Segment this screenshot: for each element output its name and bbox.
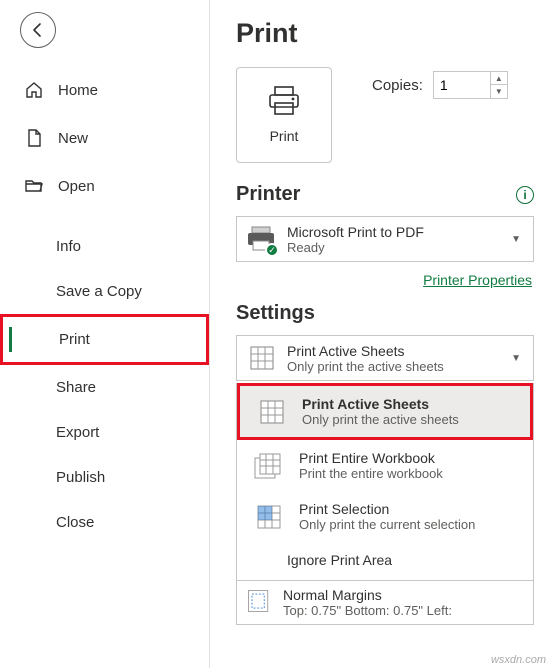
sidebar-item-print[interactable]: Print	[0, 314, 209, 365]
sidebar-item-open[interactable]: Open	[0, 162, 209, 210]
option-sub: Only print the current selection	[299, 517, 475, 532]
copies-label: Copies:	[372, 77, 423, 94]
sidebar-item-export[interactable]: Export	[0, 410, 209, 455]
page-title: Print	[236, 18, 534, 49]
margins-sub: Top: 0.75" Bottom: 0.75" Left:	[283, 603, 525, 618]
margins-dropdown[interactable]: Normal Margins Top: 0.75" Bottom: 0.75" …	[236, 581, 534, 625]
ready-check-icon: ✓	[265, 243, 279, 257]
margins-icon	[245, 587, 273, 618]
document-icon	[24, 128, 44, 148]
copies-up-button[interactable]: ▲	[491, 72, 507, 85]
option-sub: Only print the active sheets	[302, 412, 459, 427]
copies-down-button[interactable]: ▼	[491, 85, 507, 98]
home-icon	[24, 80, 44, 100]
option-print-selection[interactable]: Print Selection Only print the current s…	[237, 491, 533, 542]
sheets-icon	[254, 397, 288, 427]
margins-title: Normal Margins	[283, 587, 525, 603]
option-print-entire-workbook[interactable]: Print Entire Workbook Print the entire w…	[237, 440, 533, 491]
option-print-active-sheets[interactable]: Print Active Sheets Only print the activ…	[240, 386, 530, 437]
sidebar-item-save-copy[interactable]: Save a Copy	[0, 269, 209, 314]
back-button[interactable]	[20, 12, 56, 48]
folder-open-icon	[24, 176, 44, 196]
settings-header: Settings	[236, 302, 534, 325]
chevron-down-icon: ▼	[507, 234, 525, 245]
printer-info-icon[interactable]: i	[516, 186, 534, 204]
sidebar-label: Home	[58, 82, 98, 99]
printer-properties-link[interactable]: Printer Properties	[236, 272, 532, 288]
option-title: Print Selection	[299, 501, 475, 517]
sidebar-item-share[interactable]: Share	[0, 365, 209, 410]
option-title: Print Active Sheets	[302, 396, 459, 412]
printer-device-icon: ✓	[245, 223, 277, 255]
printer-icon	[266, 86, 302, 116]
option-sub: Print the entire workbook	[299, 466, 443, 481]
main-panel: Print Print Copies: ▲ ▼	[210, 0, 552, 668]
print-what-sub: Only print the active sheets	[287, 359, 497, 374]
selection-icon	[251, 502, 285, 532]
printer-name: Microsoft Print to PDF	[287, 224, 497, 240]
chevron-down-icon: ▼	[507, 353, 525, 364]
sidebar-label: New	[58, 130, 88, 147]
sidebar-item-home[interactable]: Home	[0, 66, 209, 114]
printer-status: Ready	[287, 240, 497, 255]
workbook-icon	[251, 451, 285, 481]
print-what-popup: Print Active Sheets Only print the activ…	[236, 383, 534, 581]
option-title: Print Entire Workbook	[299, 450, 443, 466]
print-what-dropdown[interactable]: Print Active Sheets Only print the activ…	[236, 335, 534, 381]
arrow-left-icon	[30, 22, 46, 38]
print-button-label: Print	[270, 128, 299, 144]
sidebar-item-info[interactable]: Info	[0, 224, 209, 269]
printer-dropdown[interactable]: ✓ Microsoft Print to PDF Ready ▼	[236, 216, 534, 262]
sidebar: Home New Open Info Save a Copy Print Sha…	[0, 0, 210, 668]
sidebar-item-close[interactable]: Close	[0, 500, 209, 545]
watermark: wsxdn.com	[491, 654, 546, 666]
sheets-icon	[245, 342, 277, 374]
sidebar-item-new[interactable]: New	[0, 114, 209, 162]
sidebar-item-publish[interactable]: Publish	[0, 455, 209, 500]
printer-header: Printer i	[236, 183, 534, 206]
copies-group: Copies: ▲ ▼	[372, 71, 508, 99]
copies-input[interactable]	[434, 74, 490, 96]
print-button[interactable]: Print	[236, 67, 332, 163]
sidebar-label: Open	[58, 178, 95, 195]
copies-spinner[interactable]: ▲ ▼	[433, 71, 508, 99]
option-ignore-print-area[interactable]: Ignore Print Area	[237, 542, 533, 580]
print-what-title: Print Active Sheets	[287, 343, 497, 359]
